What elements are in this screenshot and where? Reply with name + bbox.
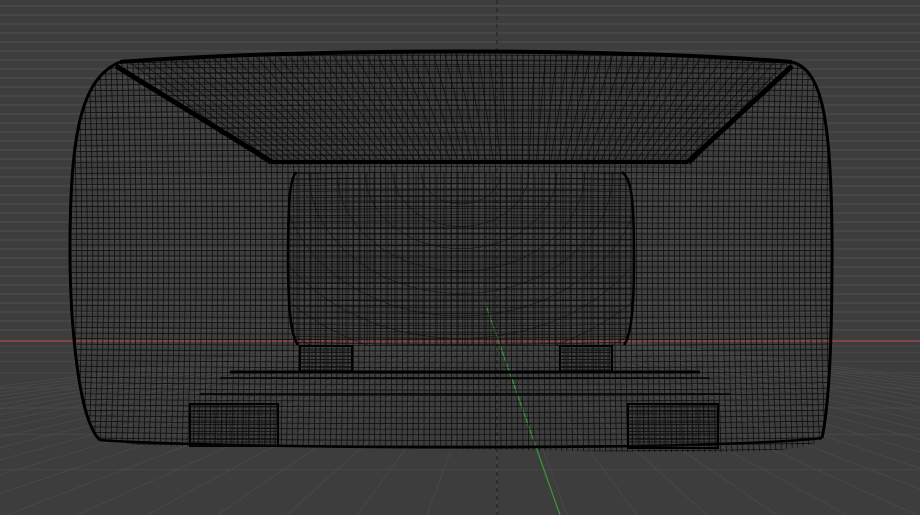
grid-line: [356, 340, 486, 515]
wire-top-radial: [500, 54, 509, 165]
wire-horizontal: [70, 398, 832, 402]
wire-horizontal: [70, 310, 832, 313]
wire-top-radial: [131, 54, 278, 165]
wire-top-radial: [466, 54, 488, 165]
wire-top-radial: [511, 54, 516, 165]
grid-line: [426, 340, 492, 515]
wire-top-radial: [444, 54, 474, 165]
wire-top-radial: [478, 54, 495, 165]
wire-horizontal: [70, 132, 832, 136]
wire-vertical: [815, 51, 821, 452]
wire-horizontal: [70, 283, 832, 285]
wire-vertical: [71, 51, 77, 452]
wire-horizontal: [70, 327, 832, 330]
wire-top-radial: [332, 54, 404, 165]
wire-horizontal: [70, 321, 832, 324]
wire-top-radial: [654, 54, 737, 165]
3d-viewport[interactable]: [0, 0, 920, 515]
front-right-foot: [627, 403, 719, 449]
wire-horizontal: [70, 177, 832, 180]
wire-vertical: [809, 51, 815, 452]
wire-top-radial: [265, 54, 362, 165]
wire-horizontal: [70, 205, 832, 207]
wire-horizontal: [70, 172, 832, 174]
wireframe-mesh[interactable]: [60, 49, 840, 455]
wire-horizontal: [70, 404, 832, 408]
wire-horizontal: [70, 332, 832, 335]
wire-top-radial: [598, 54, 647, 165]
wire-horizontal: [70, 415, 832, 419]
wire-horizontal: [70, 211, 832, 213]
wire-horizontal: [70, 338, 832, 341]
wire-horizontal: [70, 305, 832, 307]
wire-vertical: [93, 51, 99, 452]
wire-horizontal: [70, 299, 832, 302]
wire-inner-horizontal: [288, 281, 634, 283]
grid-line: [502, 340, 568, 515]
wire-horizontal: [70, 82, 832, 86]
wire-horizontal: [70, 199, 832, 202]
wire-top-radial: [142, 54, 285, 165]
wire-top-radial: [675, 54, 770, 165]
wire-horizontal: [70, 138, 832, 141]
wire-horizontal: [70, 316, 832, 318]
wire-top-radial: [549, 54, 569, 165]
wire-horizontal: [70, 155, 832, 158]
